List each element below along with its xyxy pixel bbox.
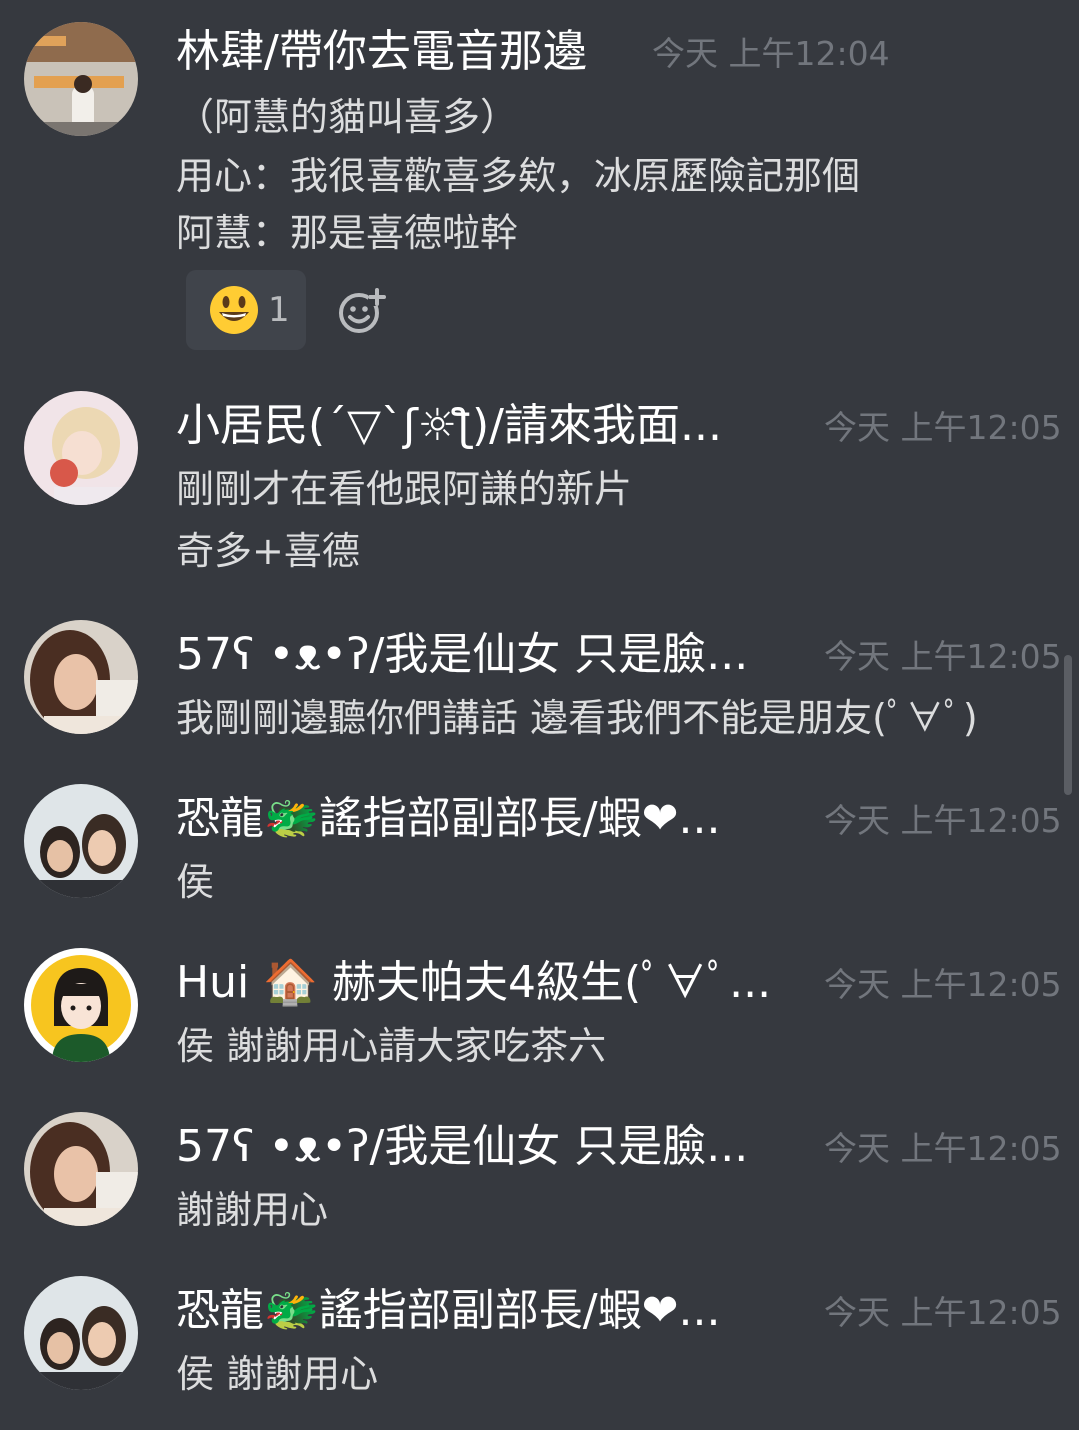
message-timestamp: 今天 上午12:04 — [652, 34, 890, 73]
user-avatar[interactable] — [24, 620, 138, 734]
message-text: 我剛剛邊聽你們講話 邊看我們不能是朋友(ﾟ∀ﾟ) — [176, 696, 978, 740]
message-timestamp: 今天 上午12:05 — [824, 801, 1062, 840]
message-text: 謝謝用心 — [176, 1188, 329, 1232]
avatar-photo-girl-selfie-icon — [24, 620, 138, 734]
message-username[interactable]: 小居民(´▽`ʃ☼ƪ)/請來我面... — [176, 396, 796, 456]
message-text: （阿慧的貓叫喜多） — [176, 95, 519, 139]
avatar-photo-two-girls-icon — [24, 1276, 138, 1390]
message-text: 剛剛才在看他跟阿謙的新片 — [176, 467, 633, 511]
message-text: 侯 — [176, 860, 215, 904]
reaction-chip[interactable]: 1 — [186, 270, 306, 350]
message-text: 侯 謝謝用心 — [176, 1352, 379, 1396]
message-username[interactable]: 恐龍🐲謠指部副部長/蝦❤... — [176, 789, 796, 849]
message-username[interactable]: 57ʕ •ᴥ•ʔ/我是仙女 只是臉... — [176, 1117, 776, 1177]
message-text: 阿慧：那是喜德啦幹 — [176, 211, 519, 255]
user-avatar[interactable] — [24, 784, 138, 898]
avatar-photo-girl-selfie-icon — [24, 1112, 138, 1226]
message-username[interactable]: Hui 🏠 赫夫帕夫4級生(ﾟ∀ﾟ... — [176, 953, 806, 1013]
user-avatar[interactable] — [24, 948, 138, 1062]
message-timestamp: 今天 上午12:05 — [824, 637, 1062, 676]
avatar-photo-two-girls-icon — [24, 784, 138, 898]
message-timestamp: 今天 上午12:05 — [824, 1129, 1062, 1168]
message-username[interactable]: 57ʕ •ᴥ•ʔ/我是仙女 只是臉... — [176, 625, 776, 685]
message-text: 侯 謝謝用心請大家吃茶六 — [176, 1024, 607, 1068]
chat-message-list[interactable]: 林肆/帶你去電音那邊 今天 上午12:04 （阿慧的貓叫喜多） 用心：我很喜歡喜… — [0, 0, 1079, 1430]
user-avatar[interactable] — [24, 22, 138, 136]
message-timestamp: 今天 上午12:05 — [824, 408, 1062, 447]
message-text: 用心：我很喜歡喜多欸，冰原歷險記那個 — [176, 154, 861, 198]
user-avatar[interactable] — [24, 1112, 138, 1226]
add-reaction-button[interactable] — [336, 284, 390, 338]
add-reaction-icon — [339, 288, 386, 333]
avatar-photo-blonde-girl-icon — [24, 391, 138, 505]
user-avatar[interactable] — [24, 391, 138, 505]
scrollbar-thumb[interactable] — [1064, 655, 1072, 795]
message-username[interactable]: 林肆/帶你去電音那邊 — [176, 22, 636, 82]
message-timestamp: 今天 上午12:05 — [824, 1293, 1062, 1332]
user-avatar[interactable] — [24, 1276, 138, 1390]
message-text: 奇多+喜德 — [176, 529, 360, 573]
avatar-cartoon-girl-yellow-icon — [24, 948, 138, 1062]
avatar-photo-terminator-poster-icon — [24, 22, 138, 136]
message-username[interactable]: 恐龍🐲謠指部副部長/蝦❤... — [176, 1281, 796, 1341]
grinning-face-icon — [210, 286, 258, 334]
message-timestamp: 今天 上午12:05 — [824, 965, 1062, 1004]
reaction-count: 1 — [268, 290, 290, 330]
